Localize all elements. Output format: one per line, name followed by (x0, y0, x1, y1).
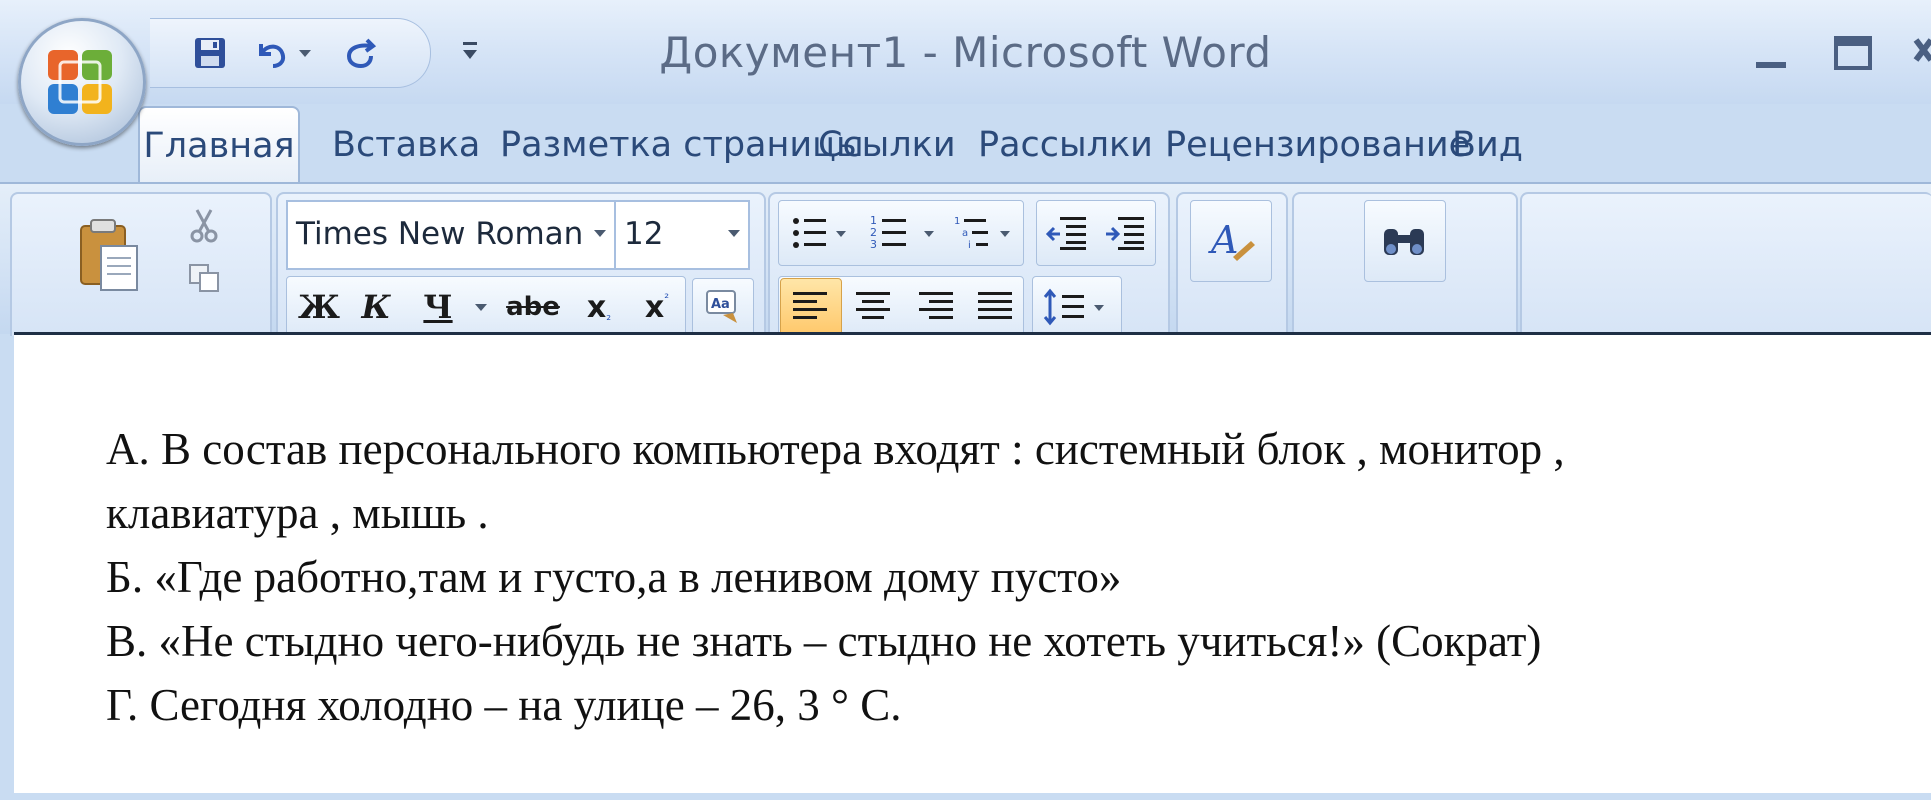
window-title: Документ1 - Microsoft Word (659, 28, 1272, 77)
tab-review[interactable]: Рецензирование (1165, 104, 1470, 180)
font-name-value: Times New Roman (296, 216, 584, 252)
cut-icon[interactable] (182, 204, 226, 248)
align-center-icon[interactable] (842, 278, 904, 336)
minimize-icon[interactable] (1750, 34, 1794, 78)
multilevel-list-icon[interactable]: 1 a i (950, 204, 1022, 262)
line-spacing-icon[interactable] (1032, 276, 1122, 338)
paragraph-b[interactable]: Б. «Где работно,там и густо,а в ленивом … (106, 545, 1926, 609)
tab-insert[interactable]: Вставка (332, 104, 480, 180)
decrease-indent-icon[interactable] (1040, 204, 1094, 262)
font-group: Times New Roman 12 Ж К Ч abe x ₂ x ² Aa (276, 192, 766, 338)
tab-page-layout[interactable]: Разметка страницы (500, 104, 864, 180)
svg-text:i: i (968, 240, 971, 251)
maximize-icon[interactable] (1830, 32, 1878, 78)
paragraph-group: 1 2 3 1 a i (768, 192, 1170, 338)
tab-view[interactable]: Вид (1452, 104, 1523, 180)
underline-dropdown-icon[interactable] (468, 278, 494, 336)
justify-icon[interactable] (964, 278, 1026, 336)
tab-mailings[interactable]: Рассылки (978, 104, 1153, 180)
ribbon-empty-area (1520, 192, 1931, 336)
chevron-down-icon (728, 230, 740, 237)
copy-icon[interactable] (182, 256, 226, 300)
align-right-icon[interactable] (904, 278, 966, 336)
tab-home[interactable]: Главная (138, 106, 300, 186)
svg-text:a: a (962, 228, 968, 239)
tab-references[interactable]: Ссылки (818, 104, 956, 180)
editing-group (1292, 192, 1518, 336)
styles-icon[interactable]: A (1190, 200, 1272, 282)
paragraph-a-line-1[interactable]: А. В состав персонального компьютера вхо… (106, 417, 1926, 481)
office-button[interactable] (18, 18, 146, 146)
title-bar: Документ1 - Microsoft Word (0, 0, 1931, 104)
numbering-icon[interactable]: 1 2 3 (864, 204, 946, 262)
office-logo-icon (48, 50, 112, 114)
superscript-mark-icon: ² (664, 291, 670, 305)
paragraph-g[interactable]: Г. Сегодня холодно – на улице – 26, 3 ° … (106, 673, 1926, 737)
superscript-label: x (644, 289, 665, 325)
align-left-icon[interactable] (780, 278, 842, 336)
subscript-mark-icon: ₂ (606, 309, 612, 323)
superscript-button[interactable]: x ² (628, 278, 686, 336)
paragraph-v[interactable]: В. «Не стыдно чего-нибудь не знать – сты… (106, 609, 1926, 673)
ribbon-tabs: Главная Вставка Разметка страницы Ссылки… (0, 104, 1931, 186)
document-page[interactable]: А. В состав персонального компьютера вхо… (14, 332, 1931, 800)
styles-group: A (1176, 192, 1288, 336)
close-icon[interactable] (1912, 30, 1931, 78)
svg-text:1: 1 (954, 216, 960, 227)
status-bar (0, 793, 1931, 800)
svg-text:3: 3 (870, 238, 877, 251)
bold-button[interactable]: Ж (292, 278, 346, 336)
font-size-value: 12 (624, 216, 664, 252)
document-body[interactable]: А. В состав персонального компьютера вхо… (106, 417, 1926, 737)
find-icon[interactable] (1364, 200, 1446, 282)
font-name-select[interactable]: Times New Roman (286, 200, 616, 270)
change-case-icon[interactable]: Aa (692, 278, 754, 336)
chevron-down-icon (594, 230, 606, 237)
svg-text:Aa: Aa (711, 297, 730, 312)
increase-indent-icon[interactable] (1098, 204, 1152, 262)
subscript-button[interactable]: x ₂ (570, 278, 628, 336)
paragraph-a-line-2[interactable]: клавиатура , мышь . (106, 481, 1926, 545)
bullets-icon[interactable] (784, 204, 856, 262)
clipboard-group (10, 192, 272, 336)
ribbon: Times New Roman 12 Ж К Ч abe x ₂ x ² Aa (0, 182, 1931, 338)
strikethrough-button[interactable]: abe (498, 278, 568, 336)
svg-text:A: A (1208, 218, 1238, 262)
paste-icon[interactable] (70, 206, 150, 306)
font-size-select[interactable]: 12 (614, 200, 750, 270)
underline-button[interactable]: Ч (410, 278, 466, 336)
italic-button[interactable]: К (348, 278, 404, 336)
subscript-label: x (586, 289, 607, 325)
